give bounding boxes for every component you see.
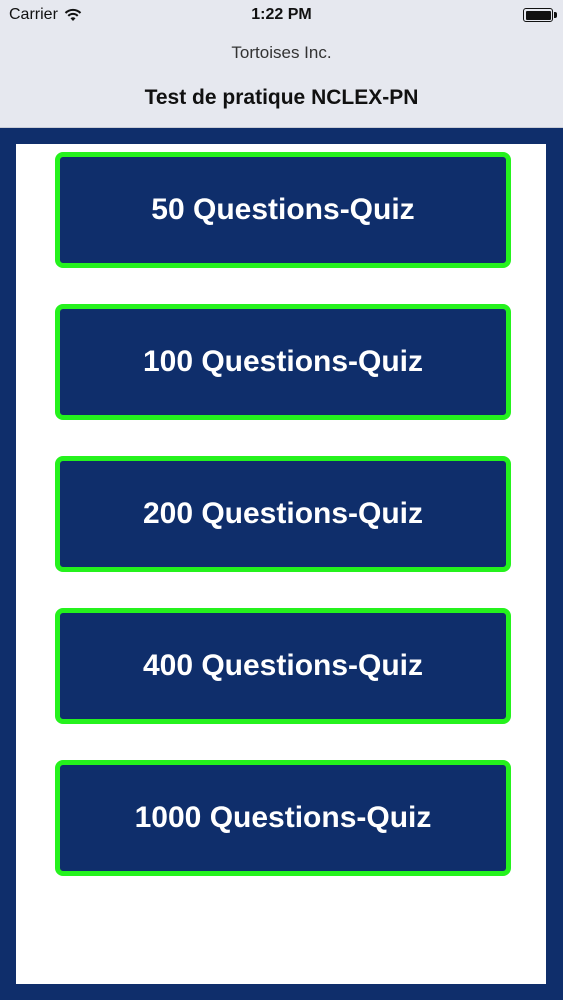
- quiz-1000-button[interactable]: 1000 Questions-Quiz: [55, 760, 511, 876]
- battery-icon: [523, 8, 557, 22]
- quiz-400-button[interactable]: 400 Questions-Quiz: [55, 608, 511, 724]
- status-bar: Carrier 1:22 PM: [0, 0, 563, 30]
- navigation-bar: Tortoises Inc. Test de pratique NCLEX-PN: [0, 30, 563, 128]
- quiz-list: 50 Questions-Quiz 100 Questions-Quiz 200…: [16, 144, 546, 984]
- clock: 1:22 PM: [251, 6, 312, 23]
- page-title: Test de pratique NCLEX-PN: [144, 86, 419, 109]
- company-name: Tortoises Inc.: [231, 43, 332, 62]
- quiz-200-button[interactable]: 200 Questions-Quiz: [55, 456, 511, 572]
- quiz-50-button[interactable]: 50 Questions-Quiz: [55, 152, 511, 268]
- quiz-100-button[interactable]: 100 Questions-Quiz: [55, 304, 511, 420]
